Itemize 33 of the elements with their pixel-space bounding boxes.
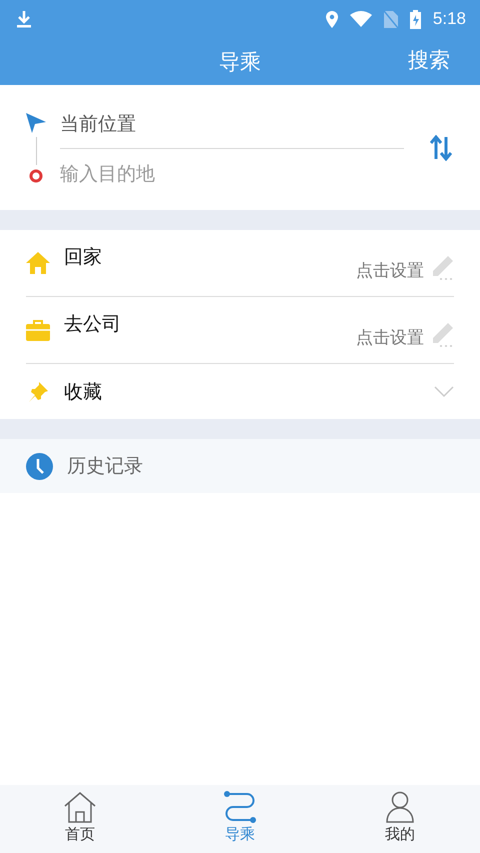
house-icon	[26, 252, 50, 274]
history-row[interactable]: 历史记录	[0, 439, 480, 493]
house-icon	[63, 791, 97, 823]
shortcut-label: 去公司	[64, 312, 122, 337]
history-label: 历史记录	[67, 454, 143, 479]
origin-field[interactable]: 当前位置	[60, 102, 404, 148]
shortcut-row[interactable]: 去公司 点击设置	[26, 297, 454, 364]
chevron-down-icon[interactable]	[434, 386, 454, 398]
set-link[interactable]: 点击设置	[356, 326, 424, 348]
briefcase-icon	[26, 319, 50, 341]
sim-icon	[384, 10, 398, 28]
swap-icon[interactable]	[430, 134, 452, 160]
destination-field[interactable]: 输入目的地	[60, 148, 404, 192]
shortcut-label: 回家	[64, 245, 103, 270]
battery-icon	[410, 10, 421, 28]
page-title: 导乘	[219, 48, 261, 76]
tab[interactable]: 我的	[367, 785, 433, 853]
destination-ring-icon	[29, 168, 43, 182]
set-link[interactable]: 点击设置	[356, 258, 424, 282]
shortcut-row[interactable]: 收藏	[26, 364, 454, 419]
clock-time: 5:18	[432, 9, 466, 29]
shortcut-row[interactable]: 回家 点击设置	[26, 230, 454, 297]
location-icon	[326, 10, 338, 28]
route-icon	[223, 791, 257, 823]
shortcut-label: 收藏	[64, 380, 103, 404]
pencil-icon[interactable]	[430, 255, 454, 281]
wifi-icon	[350, 11, 372, 27]
download-icon	[16, 10, 32, 28]
pencil-icon[interactable]	[430, 322, 454, 348]
navigation-arrow-icon	[26, 112, 46, 132]
tab[interactable]: 导乘	[207, 785, 273, 853]
clock-icon	[26, 452, 53, 480]
tab[interactable]: 首页	[47, 785, 113, 853]
